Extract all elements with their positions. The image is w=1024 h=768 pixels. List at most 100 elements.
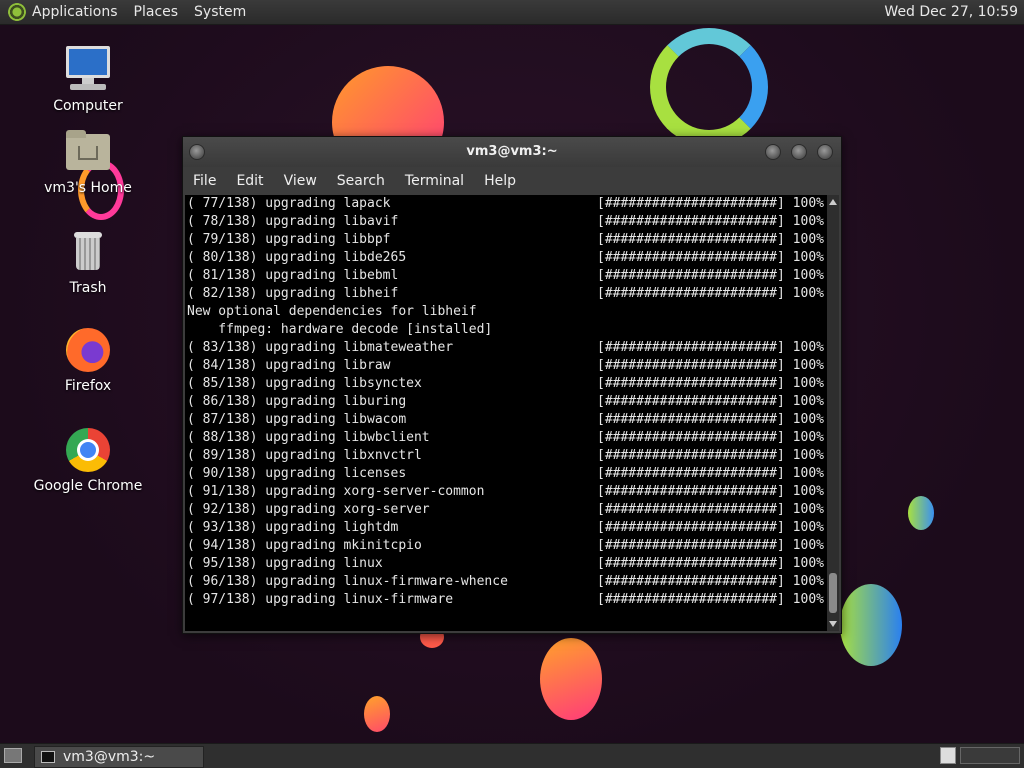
terminal-line-progress: [######################] 100% xyxy=(597,466,824,481)
terminal-line-progress: [######################] 100% xyxy=(597,250,824,265)
terminal-line-text: ( 86/138) upgrading liburing xyxy=(187,394,407,409)
menu-edit[interactable]: Edit xyxy=(236,173,263,189)
taskbar-button-terminal[interactable]: vm3@vm3:~ xyxy=(34,746,204,768)
terminal-line-progress: [######################] 100% xyxy=(597,196,824,211)
terminal-line-text: ( 82/138) upgrading libheif xyxy=(187,286,399,301)
close-button[interactable] xyxy=(817,144,833,160)
terminal-line: ( 84/138) upgrading libraw [#############… xyxy=(187,357,829,375)
terminal-line-text: ( 92/138) upgrading xorg-server xyxy=(187,502,430,517)
window-menu-button[interactable] xyxy=(189,144,205,160)
scroll-thumb[interactable] xyxy=(829,573,837,613)
menu-system[interactable]: System xyxy=(194,4,246,20)
desktop-icon-computer[interactable]: Computer xyxy=(33,46,143,114)
terminal-line-text: ( 95/138) upgrading linux xyxy=(187,556,383,571)
terminal-line: ffmpeg: hardware decode [installed] xyxy=(187,321,829,339)
terminal-line: ( 89/138) upgrading libxnvctrl [#########… xyxy=(187,447,829,465)
bottom-panel: vm3@vm3:~ xyxy=(0,743,1024,768)
terminal-line: ( 96/138) upgrading linux-firmware-whenc… xyxy=(187,573,829,591)
terminal-line: ( 88/138) upgrading libwbclient [########… xyxy=(187,429,829,447)
terminal-line-text: ( 84/138) upgrading libraw xyxy=(187,358,391,373)
wallpaper-blob xyxy=(840,584,902,666)
terminal-output[interactable]: ( 77/138) upgrading lapack [#############… xyxy=(185,195,829,631)
clock[interactable]: Wed Dec 27, 10:59 xyxy=(884,4,1018,20)
workspace-switcher-1[interactable] xyxy=(940,747,956,764)
terminal-line-text: ( 81/138) upgrading libebml xyxy=(187,268,399,283)
terminal-line-progress: [######################] 100% xyxy=(597,574,824,589)
terminal-line: ( 95/138) upgrading linux [##############… xyxy=(187,555,829,573)
terminal-line-progress: [######################] 100% xyxy=(597,484,824,499)
desktop-icon-label: Trash xyxy=(69,280,107,296)
terminal-line-text: ( 87/138) upgrading libwacom xyxy=(187,412,407,427)
firefox-icon xyxy=(64,326,112,374)
desktop-icon-label: Firefox xyxy=(64,378,112,394)
terminal-line-text: ( 85/138) upgrading libsynctex xyxy=(187,376,422,391)
desktop-icon-trash[interactable]: Trash xyxy=(33,228,143,296)
scroll-down-arrow-icon[interactable] xyxy=(829,621,837,627)
terminal-line: ( 90/138) upgrading licenses [###########… xyxy=(187,465,829,483)
terminal-line: ( 80/138) upgrading libde265 [###########… xyxy=(187,249,829,267)
terminal-icon xyxy=(41,751,55,763)
terminal-line-progress: [######################] 100% xyxy=(597,592,824,607)
terminal-line-progress: [######################] 100% xyxy=(597,214,824,229)
terminal-line-progress: [######################] 100% xyxy=(597,502,824,517)
terminal-line-text: New optional dependencies for libheif xyxy=(187,304,477,319)
terminal-window[interactable]: vm3@vm3:~ File Edit View Search Terminal… xyxy=(182,136,842,634)
menu-places[interactable]: Places xyxy=(134,4,179,20)
chrome-icon xyxy=(64,426,112,474)
desktop-icon-label: vm3's Home xyxy=(44,180,132,196)
terminal-line-text: ( 93/138) upgrading lightdm xyxy=(187,520,399,535)
terminal-line-text: ( 78/138) upgrading libavif xyxy=(187,214,399,229)
terminal-line: ( 87/138) upgrading libwacom [###########… xyxy=(187,411,829,429)
terminal-scrollbar[interactable] xyxy=(827,195,839,631)
terminal-line-progress: [######################] 100% xyxy=(597,268,824,283)
terminal-line-progress: [######################] 100% xyxy=(597,394,824,409)
terminal-line-text: ffmpeg: hardware decode [installed] xyxy=(187,322,493,337)
terminal-line: ( 92/138) upgrading xorg-server [########… xyxy=(187,501,829,519)
trash-icon xyxy=(64,228,112,276)
scroll-up-arrow-icon[interactable] xyxy=(829,199,837,205)
terminal-line: ( 79/138) upgrading libbpf [#############… xyxy=(187,231,829,249)
terminal-line: ( 94/138) upgrading mkinitcpio [#########… xyxy=(187,537,829,555)
home-folder-icon xyxy=(64,128,112,176)
terminal-menubar: File Edit View Search Terminal Help xyxy=(183,167,841,195)
terminal-line: ( 86/138) upgrading liburing [###########… xyxy=(187,393,829,411)
workspace-switcher-2[interactable] xyxy=(960,747,1020,764)
terminal-line-progress: [######################] 100% xyxy=(597,376,824,391)
minimize-button[interactable] xyxy=(765,144,781,160)
desktop-icon-chrome[interactable]: Google Chrome xyxy=(33,426,143,494)
terminal-line-progress: [######################] 100% xyxy=(597,340,824,355)
mate-logo-icon[interactable] xyxy=(8,3,26,21)
terminal-line-text: ( 91/138) upgrading xorg-server-common xyxy=(187,484,485,499)
terminal-line-text: ( 77/138) upgrading lapack xyxy=(187,196,391,211)
wallpaper-blob xyxy=(908,496,934,530)
wallpaper-ring xyxy=(650,28,768,146)
menu-applications[interactable]: Applications xyxy=(32,4,118,20)
desktop-icon-firefox[interactable]: Firefox xyxy=(33,326,143,394)
terminal-line: ( 77/138) upgrading lapack [#############… xyxy=(187,195,829,213)
desktop-icon-label: Computer xyxy=(53,98,123,114)
terminal-line: ( 82/138) upgrading libheif [############… xyxy=(187,285,829,303)
window-titlebar[interactable]: vm3@vm3:~ xyxy=(183,137,841,167)
terminal-line-text: ( 80/138) upgrading libde265 xyxy=(187,250,407,265)
top-panel: Applications Places System Wed Dec 27, 1… xyxy=(0,0,1024,25)
menu-search[interactable]: Search xyxy=(337,173,385,189)
menu-file[interactable]: File xyxy=(193,173,216,189)
window-title: vm3@vm3:~ xyxy=(466,144,558,159)
menu-help[interactable]: Help xyxy=(484,173,516,189)
menu-view[interactable]: View xyxy=(284,173,317,189)
terminal-line: ( 93/138) upgrading lightdm [############… xyxy=(187,519,829,537)
computer-icon xyxy=(64,46,112,94)
terminal-line-progress: [######################] 100% xyxy=(597,412,824,427)
desktop-icon-home[interactable]: vm3's Home xyxy=(33,128,143,196)
terminal-line-text: ( 88/138) upgrading libwbclient xyxy=(187,430,430,445)
terminal-line-text: ( 79/138) upgrading libbpf xyxy=(187,232,391,247)
terminal-line: ( 85/138) upgrading libsynctex [#########… xyxy=(187,375,829,393)
show-desktop-icon[interactable] xyxy=(4,748,22,763)
terminal-line: ( 78/138) upgrading libavif [############… xyxy=(187,213,829,231)
maximize-button[interactable] xyxy=(791,144,807,160)
terminal-line-text: ( 94/138) upgrading mkinitcpio xyxy=(187,538,422,553)
menu-terminal[interactable]: Terminal xyxy=(405,173,464,189)
terminal-line-progress: [######################] 100% xyxy=(597,538,824,553)
terminal-line: ( 97/138) upgrading linux-firmware [#####… xyxy=(187,591,829,609)
terminal-line: ( 81/138) upgrading libebml [############… xyxy=(187,267,829,285)
